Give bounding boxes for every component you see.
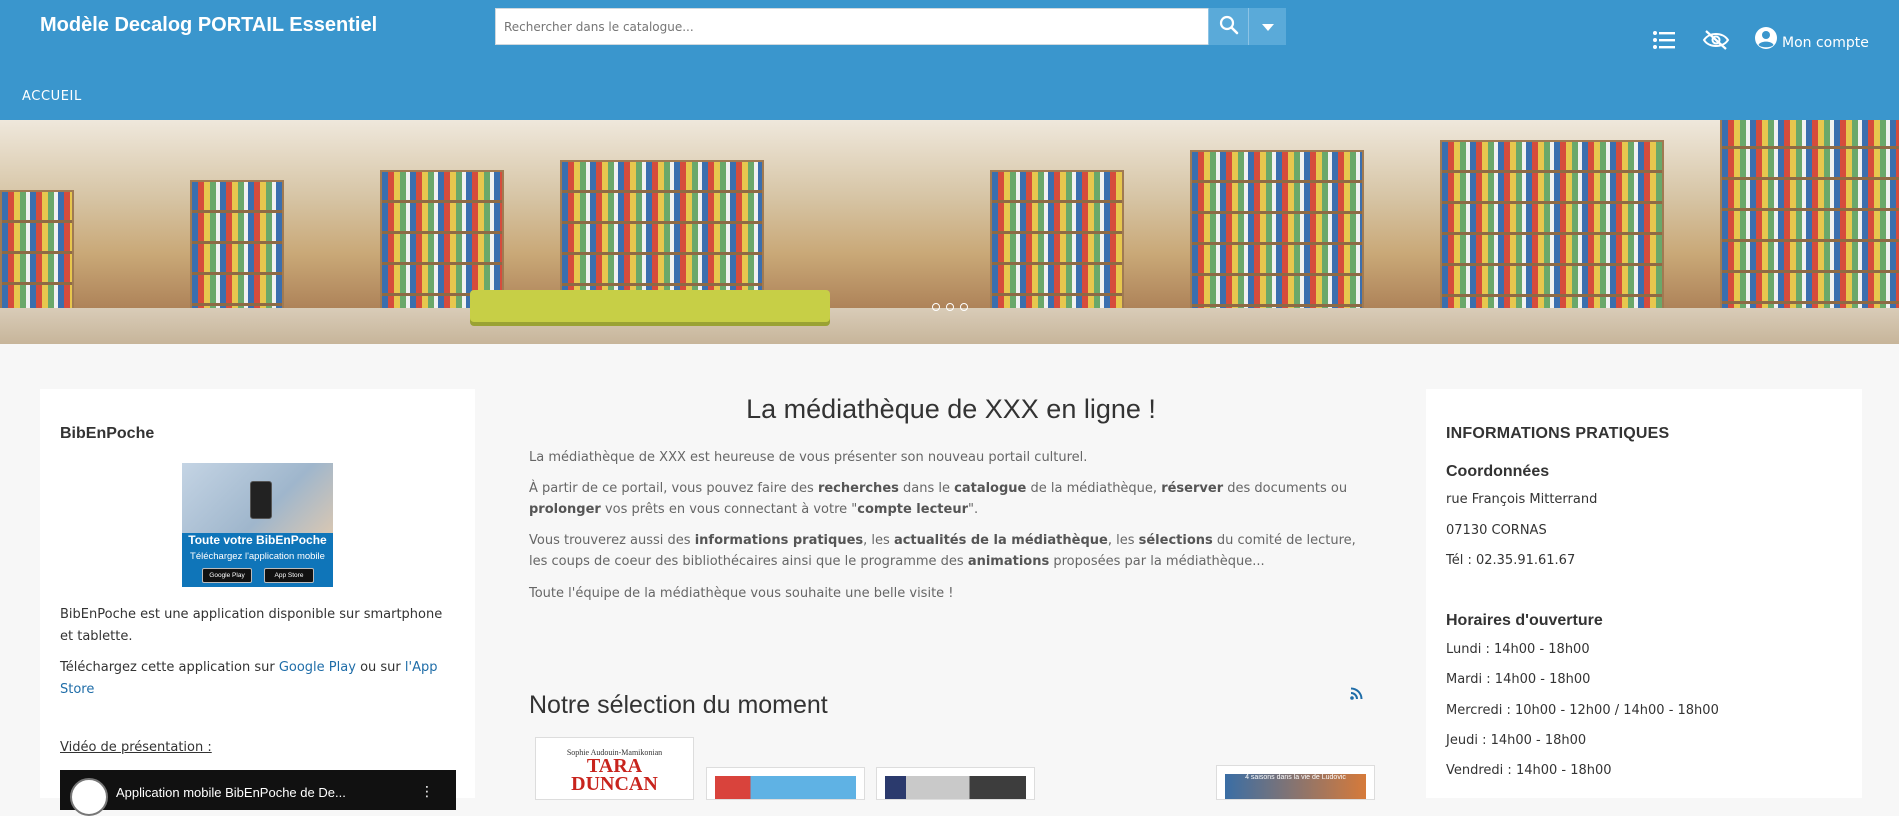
contact-title: Coordonnées xyxy=(1446,463,1550,480)
intro-paragraph-2: À partir de ce portail, vous pouvez fair… xyxy=(529,481,1348,517)
city-line: 07130 CORNAS xyxy=(1446,523,1547,538)
address-line: rue François Mitterrand xyxy=(1446,492,1598,507)
book-cover-image: 4 saisons dans la vie de Ludovic xyxy=(1225,774,1366,799)
site-title[interactable]: Modèle Decalog PORTAIL Essentiel xyxy=(40,14,377,37)
download-or: ou sur xyxy=(360,660,401,675)
book-cover-image xyxy=(885,776,1026,799)
carousel-indicators xyxy=(932,303,974,311)
hours-line: Mardi : 14h00 - 18h00 xyxy=(1446,672,1591,687)
list-icon[interactable] xyxy=(1650,26,1678,54)
account-label: Mon compte xyxy=(1782,35,1869,51)
google-play-badge: Google Play xyxy=(202,568,252,583)
store-badges: Google Play App Store xyxy=(202,568,326,583)
search-bar xyxy=(495,8,1286,45)
app-photo xyxy=(182,463,333,533)
google-play-link[interactable]: Google Play xyxy=(279,660,356,675)
hours-line: Jeudi : 14h00 - 18h00 xyxy=(1446,733,1587,748)
panel-title: INFORMATIONS PRATIQUES xyxy=(1446,425,1670,442)
page-title: La médiathèque de XXX en ligne ! xyxy=(746,394,1156,424)
download-prefix: Téléchargez cette application sur xyxy=(60,660,275,675)
selection-title: Notre sélection du moment xyxy=(529,691,828,719)
intro-paragraph-1: La médiathèque de XXX est heureuse de vo… xyxy=(529,450,1088,465)
book-cover[interactable] xyxy=(706,767,865,800)
intro-paragraph-4: Toute l'équipe de la médiathèque vous so… xyxy=(529,586,954,601)
nav-item-home[interactable]: ACCUEIL xyxy=(22,89,82,104)
book-cover[interactable]: Sophie Audouin-Mamikonian TARA DUNCAN xyxy=(535,737,694,800)
hours-line: Lundi : 14h00 - 18h00 xyxy=(1446,642,1590,657)
carousel-dot[interactable] xyxy=(946,303,954,311)
phone-line: Tél : 02.35.91.61.67 xyxy=(1446,553,1576,568)
search-button[interactable] xyxy=(1208,8,1249,45)
book-title: 4 saisons dans la vie de Ludovic xyxy=(1245,774,1346,781)
hours-title: Horaires d'ouverture xyxy=(1446,612,1603,629)
app-promo-subtitle: Téléchargez l'application mobile xyxy=(190,551,325,562)
header-actions: Mon compte xyxy=(1650,26,1869,54)
video-label: Vidéo de présentation : xyxy=(60,740,212,755)
hours-line: Vendredi : 14h00 - 18h00 xyxy=(1446,763,1612,778)
phone-icon xyxy=(250,481,272,519)
search-icon xyxy=(1219,15,1239,39)
book-cover[interactable]: 4 saisons dans la vie de Ludovic xyxy=(1216,765,1375,800)
book-cover-image: Sophie Audouin-Mamikonian TARA DUNCAN xyxy=(544,746,685,799)
intro-paragraph-3: Vous trouverez aussi des informations pr… xyxy=(529,533,1356,569)
banner-sofa xyxy=(470,290,830,322)
eye-slash-icon[interactable] xyxy=(1702,26,1730,54)
book-cover-image xyxy=(715,776,856,799)
app-promo-image[interactable]: Toute votre BibEnPoche Téléchargez l'app… xyxy=(182,463,333,587)
app-promo-title: Toute votre BibEnPoche xyxy=(188,533,327,547)
download-text: Téléchargez cette application sur Google… xyxy=(60,657,456,701)
search-options-button[interactable] xyxy=(1248,8,1286,45)
site-header: Modèle Decalog PORTAIL Essentiel Recherc… xyxy=(0,0,1899,120)
account-button[interactable]: Mon compte xyxy=(1754,26,1869,54)
book-cover[interactable] xyxy=(876,767,1035,800)
caret-down-icon xyxy=(1261,17,1274,36)
book-title: TARA DUNCAN xyxy=(571,755,658,795)
channel-logo-icon xyxy=(70,778,108,816)
panel-title: BibEnPoche xyxy=(60,425,155,442)
rss-icon[interactable] xyxy=(1350,685,1363,704)
practical-info-panel: INFORMATIONS PRATIQUES Coordonnées rue F… xyxy=(1426,389,1862,798)
app-description: BibEnPoche est une application disponibl… xyxy=(60,607,443,644)
video-player[interactable]: Application mobile BibEnPoche de De... ⋮ xyxy=(60,770,456,816)
bibenpoche-panel: BibEnPoche Toute votre BibEnPoche Téléch… xyxy=(40,389,475,816)
app-store-badge: App Store xyxy=(264,568,314,583)
carousel-dot[interactable] xyxy=(960,303,968,311)
user-circle-icon xyxy=(1754,26,1778,54)
carousel-dot[interactable] xyxy=(932,303,940,311)
banner-floor xyxy=(0,308,1899,344)
search-input[interactable] xyxy=(496,9,1206,44)
hours-line: Mercredi : 10h00 - 12h00 / 14h00 - 18h00 xyxy=(1446,703,1719,718)
